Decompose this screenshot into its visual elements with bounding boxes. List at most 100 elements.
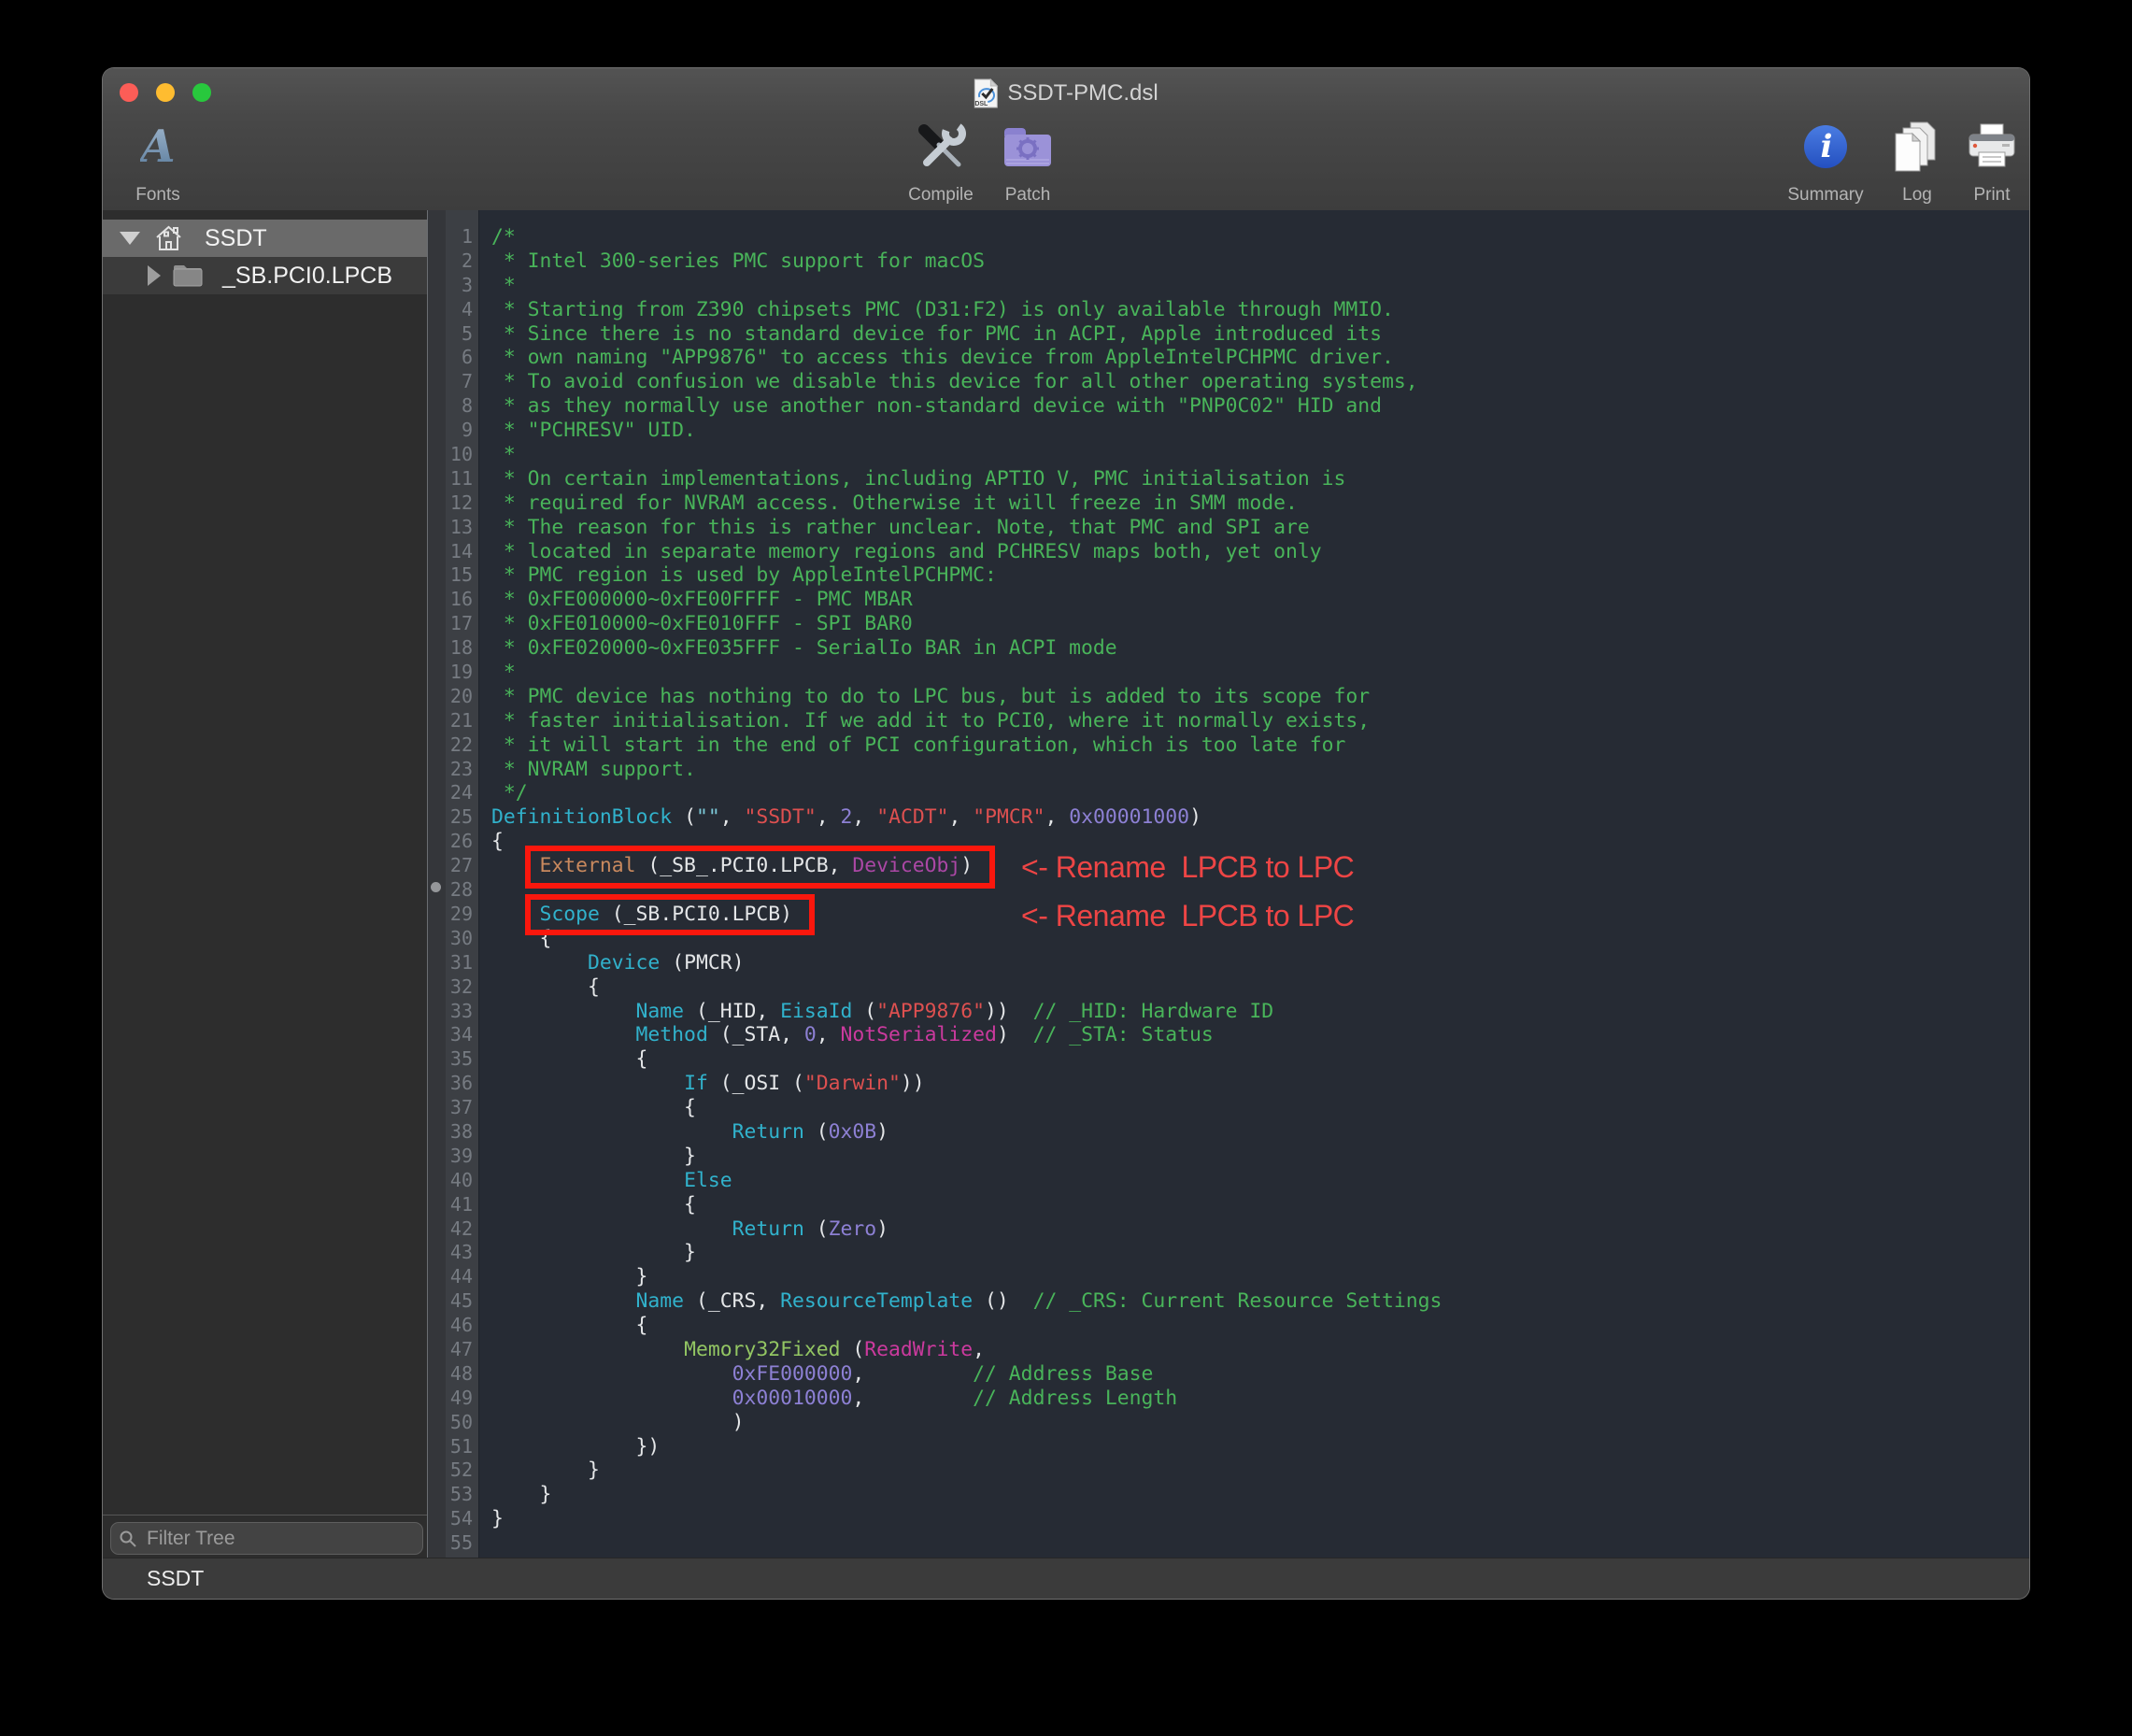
patch-folder-icon — [1002, 119, 1054, 175]
line-number: 31 — [446, 951, 478, 975]
code-line[interactable]: * 0xFE020000~0xFE035FFF - SerialIo BAR i… — [491, 636, 2029, 661]
line-marker-dot — [431, 882, 441, 892]
document-icon: DSL — [974, 78, 998, 108]
line-number: 5 — [446, 322, 478, 347]
close-button[interactable] — [120, 83, 138, 102]
code-line[interactable]: * faster initialisation. If we add it to… — [491, 709, 2029, 733]
folder-icon — [172, 263, 204, 288]
code-line[interactable]: * 0xFE010000~0xFE010FFF - SPI BAR0 — [491, 612, 2029, 636]
tree-item-ssdt[interactable]: SSDT — [103, 220, 427, 257]
toolbar-print-button[interactable]: Print — [1926, 119, 2029, 205]
code-line[interactable]: }) — [491, 1435, 2029, 1459]
minimize-button[interactable] — [156, 83, 175, 102]
toolbar-fonts-button[interactable]: A Fonts — [103, 119, 223, 205]
disclosure-open-icon[interactable] — [120, 232, 140, 245]
code-line[interactable]: } — [491, 1241, 2029, 1265]
code-line[interactable]: * To avoid confusion we disable this dev… — [491, 370, 2029, 394]
code-line[interactable]: * 0xFE000000~0xFE00FFFF - PMC MBAR — [491, 588, 2029, 612]
line-number: 17 — [446, 612, 478, 636]
code-line[interactable]: { — [491, 1314, 2029, 1338]
code-line[interactable]: * located in separate memory regions and… — [491, 540, 2029, 564]
filter-tree-input[interactable] — [145, 1527, 415, 1551]
code-line[interactable]: Device (PMCR) — [491, 951, 2029, 975]
line-number: 42 — [446, 1217, 478, 1242]
code-line[interactable]: */ — [491, 781, 2029, 805]
fonts-icon: A — [140, 119, 175, 175]
code-lines: /* * Intel 300-series PMC support for ma… — [491, 225, 2029, 1556]
code-line[interactable]: * On certain implementations, including … — [491, 467, 2029, 491]
code-line[interactable]: 0xFE000000, // Address Base — [491, 1362, 2029, 1387]
line-number: 52 — [446, 1459, 478, 1483]
filter-tree-box — [110, 1522, 423, 1555]
line-number: 21 — [446, 709, 478, 733]
code-line[interactable]: DefinitionBlock ("", "SSDT", 2, "ACDT", … — [491, 805, 2029, 830]
code-line[interactable]: * Intel 300-series PMC support for macOS — [491, 249, 2029, 274]
line-number: 40 — [446, 1169, 478, 1193]
code-line[interactable]: { — [491, 1193, 2029, 1217]
code-line[interactable]: * — [491, 661, 2029, 685]
code-line[interactable]: * The reason for this is rather unclear.… — [491, 516, 2029, 540]
code-line[interactable]: Name (_HID, EisaId ("APP9876")) // _HID:… — [491, 1000, 2029, 1024]
code-line[interactable]: If (_OSI ("Darwin")) — [491, 1072, 2029, 1096]
code-line[interactable] — [491, 1531, 2029, 1556]
code-line[interactable]: * PMC region is used by AppleIntelPCHPMC… — [491, 563, 2029, 588]
code-line[interactable]: Memory32Fixed (ReadWrite, — [491, 1338, 2029, 1362]
code-line[interactable]: } — [491, 1145, 2029, 1169]
line-number: 51 — [446, 1435, 478, 1459]
code-line[interactable]: Name (_CRS, ResourceTemplate () // _CRS:… — [491, 1289, 2029, 1314]
line-number: 2 — [446, 249, 478, 274]
code-line[interactable]: { — [491, 1096, 2029, 1120]
line-number: 14 — [446, 540, 478, 564]
line-number: 26 — [446, 830, 478, 854]
line-number: 30 — [446, 927, 478, 951]
line-number: 9 — [446, 419, 478, 443]
search-icon — [119, 1530, 137, 1548]
code-line[interactable]: 0x00010000, // Address Length — [491, 1387, 2029, 1411]
compile-tools-icon — [914, 119, 968, 175]
gutter-numbers: 1234567891011121314151617181920212223242… — [446, 210, 478, 1558]
tree-item-label: _SB.PCI0.LPCB — [222, 263, 392, 290]
line-number: 38 — [446, 1120, 478, 1145]
code-line[interactable]: * — [491, 443, 2029, 467]
code-line[interactable]: * as they normally use another non-stand… — [491, 394, 2029, 419]
line-number: 19 — [446, 661, 478, 685]
line-number: 4 — [446, 298, 478, 322]
zoom-button[interactable] — [192, 83, 211, 102]
svg-text:i: i — [1821, 128, 1833, 165]
code-line[interactable]: } — [491, 1265, 2029, 1289]
code-line[interactable]: } — [491, 1483, 2029, 1507]
code-line[interactable]: } — [491, 1507, 2029, 1531]
toolbar-patch-button[interactable]: Patch — [962, 119, 1093, 205]
code-line[interactable]: * NVRAM support. — [491, 758, 2029, 782]
code-line[interactable]: { — [491, 975, 2029, 1000]
tree-item-label: SSDT — [205, 225, 267, 252]
tree-item-sb-pci0-lpcb[interactable]: _SB.PCI0.LPCB — [103, 257, 427, 294]
line-number: 36 — [446, 1072, 478, 1096]
code-line[interactable]: * own naming "APP9876" to access this de… — [491, 346, 2029, 370]
code-line[interactable]: * PMC device has nothing to do to LPC bu… — [491, 685, 2029, 709]
code-line[interactable]: * Since there is no standard device for … — [491, 322, 2029, 347]
line-number: 39 — [446, 1145, 478, 1169]
code-line[interactable]: ) — [491, 1411, 2029, 1435]
code-line[interactable]: * — [491, 274, 2029, 298]
line-number: 15 — [446, 563, 478, 588]
disclosure-closed-icon[interactable] — [148, 265, 161, 286]
code-line[interactable]: /* — [491, 225, 2029, 249]
line-number: 47 — [446, 1338, 478, 1362]
code-line[interactable]: * "PCHRESV" UID. — [491, 419, 2029, 443]
code-line[interactable]: * Starting from Z390 chipsets PMC (D31:F… — [491, 298, 2029, 322]
code-line[interactable]: { — [491, 1047, 2029, 1072]
code-line[interactable]: } — [491, 1459, 2029, 1483]
line-number: 32 — [446, 975, 478, 1000]
line-number: 23 — [446, 758, 478, 782]
code-line[interactable]: Method (_STA, 0, NotSerialized) // _STA:… — [491, 1023, 2029, 1047]
line-number: 18 — [446, 636, 478, 661]
line-number: 34 — [446, 1023, 478, 1047]
code-line[interactable]: Else — [491, 1169, 2029, 1193]
code-line[interactable]: * it will start in the end of PCI config… — [491, 733, 2029, 758]
code-line[interactable]: Return (Zero) — [491, 1217, 2029, 1242]
line-number: 33 — [446, 1000, 478, 1024]
code-line[interactable]: * required for NVRAM access. Otherwise i… — [491, 491, 2029, 516]
code-line[interactable]: Return (0x0B) — [491, 1120, 2029, 1145]
window-title-group: DSL SSDT-PMC.dsl — [974, 78, 1158, 108]
